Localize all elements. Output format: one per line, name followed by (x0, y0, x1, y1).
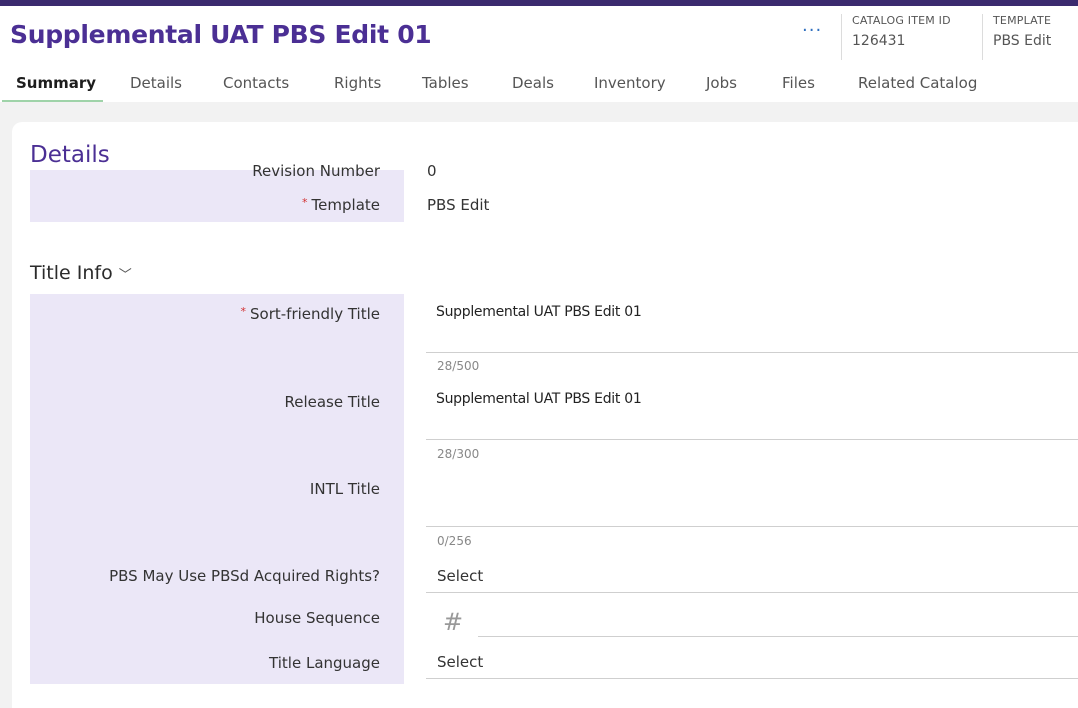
intl-title-underline (426, 526, 1078, 527)
template-field-label: * Template (302, 196, 380, 214)
acquired-rights-underline (426, 592, 1078, 593)
tab-contacts[interactable]: Contacts (223, 74, 289, 92)
catalog-item-id-block: CATALOG ITEM ID 126431 (841, 14, 951, 60)
tab-inventory[interactable]: Inventory (594, 74, 666, 92)
title-info-heading: Title Info (30, 262, 113, 284)
template-block: TEMPLATE PBS Edit (982, 14, 1051, 60)
template-field-value: PBS Edit (427, 196, 490, 214)
revision-number-label-text: Revision Number (252, 162, 380, 178)
acquired-rights-label: PBS May Use PBSd Acquired Rights? (109, 567, 380, 585)
details-section-title: Details (30, 142, 110, 168)
number-icon: # (443, 608, 464, 636)
sort-title-counter: 28/500 (437, 359, 480, 373)
intl-title-counter: 0/256 (437, 534, 472, 548)
template-value: PBS Edit (993, 33, 1052, 49)
revision-number-value-text: 0 (427, 162, 437, 178)
sort-title-underline (426, 352, 1078, 353)
tab-summary[interactable]: Summary (16, 74, 96, 92)
sort-title-label-text: Sort-friendly Title (250, 305, 380, 323)
active-tab-indicator (2, 100, 103, 102)
tab-tables[interactable]: Tables (422, 74, 469, 92)
tab-bar: Summary Details Contacts Rights Tables D… (0, 68, 1078, 102)
release-title-label: Release Title (284, 393, 380, 411)
revision-number-label: Revision Number (252, 160, 380, 178)
template-field-label-text: Template (311, 196, 380, 214)
tab-jobs[interactable]: Jobs (706, 74, 737, 92)
tab-details[interactable]: Details (130, 74, 182, 92)
release-title-underline (426, 439, 1078, 440)
title-info-toggle[interactable]: Title Info ﹀ (30, 262, 132, 284)
release-title-input[interactable]: Supplemental UAT PBS Edit 01 (436, 391, 642, 407)
page-header: Supplemental UAT PBS Edit 01 ··· CATALOG… (0, 6, 1078, 102)
house-sequence-underline (478, 636, 1078, 637)
tab-files[interactable]: Files (782, 74, 815, 92)
revision-number-value: 0 (427, 160, 437, 178)
acquired-rights-select[interactable]: Select (437, 567, 483, 585)
intl-title-label: INTL Title (309, 480, 380, 498)
catalog-item-id-label: CATALOG ITEM ID (852, 14, 951, 27)
tab-rights[interactable]: Rights (334, 74, 381, 92)
catalog-item-id-value: 126431 (852, 33, 906, 49)
required-asterisk: * (302, 196, 308, 209)
title-language-underline (426, 678, 1078, 679)
tab-related-catalog[interactable]: Related Catalog (858, 74, 977, 92)
chevron-down-icon: ﹀ (118, 268, 132, 283)
more-horizontal-icon[interactable]: ··· (802, 20, 822, 41)
page-title: Supplemental UAT PBS Edit 01 (10, 20, 432, 49)
tab-deals[interactable]: Deals (512, 74, 554, 92)
template-label: TEMPLATE (993, 14, 1052, 27)
title-language-label: Title Language (269, 654, 380, 672)
title-language-select[interactable]: Select (437, 653, 483, 671)
release-title-counter: 28/300 (437, 447, 480, 461)
sort-title-input[interactable]: Supplemental UAT PBS Edit 01 (436, 304, 642, 320)
sort-title-label: * Sort-friendly Title (241, 305, 381, 323)
required-asterisk: * (240, 305, 247, 318)
house-sequence-label: House Sequence (254, 609, 380, 627)
